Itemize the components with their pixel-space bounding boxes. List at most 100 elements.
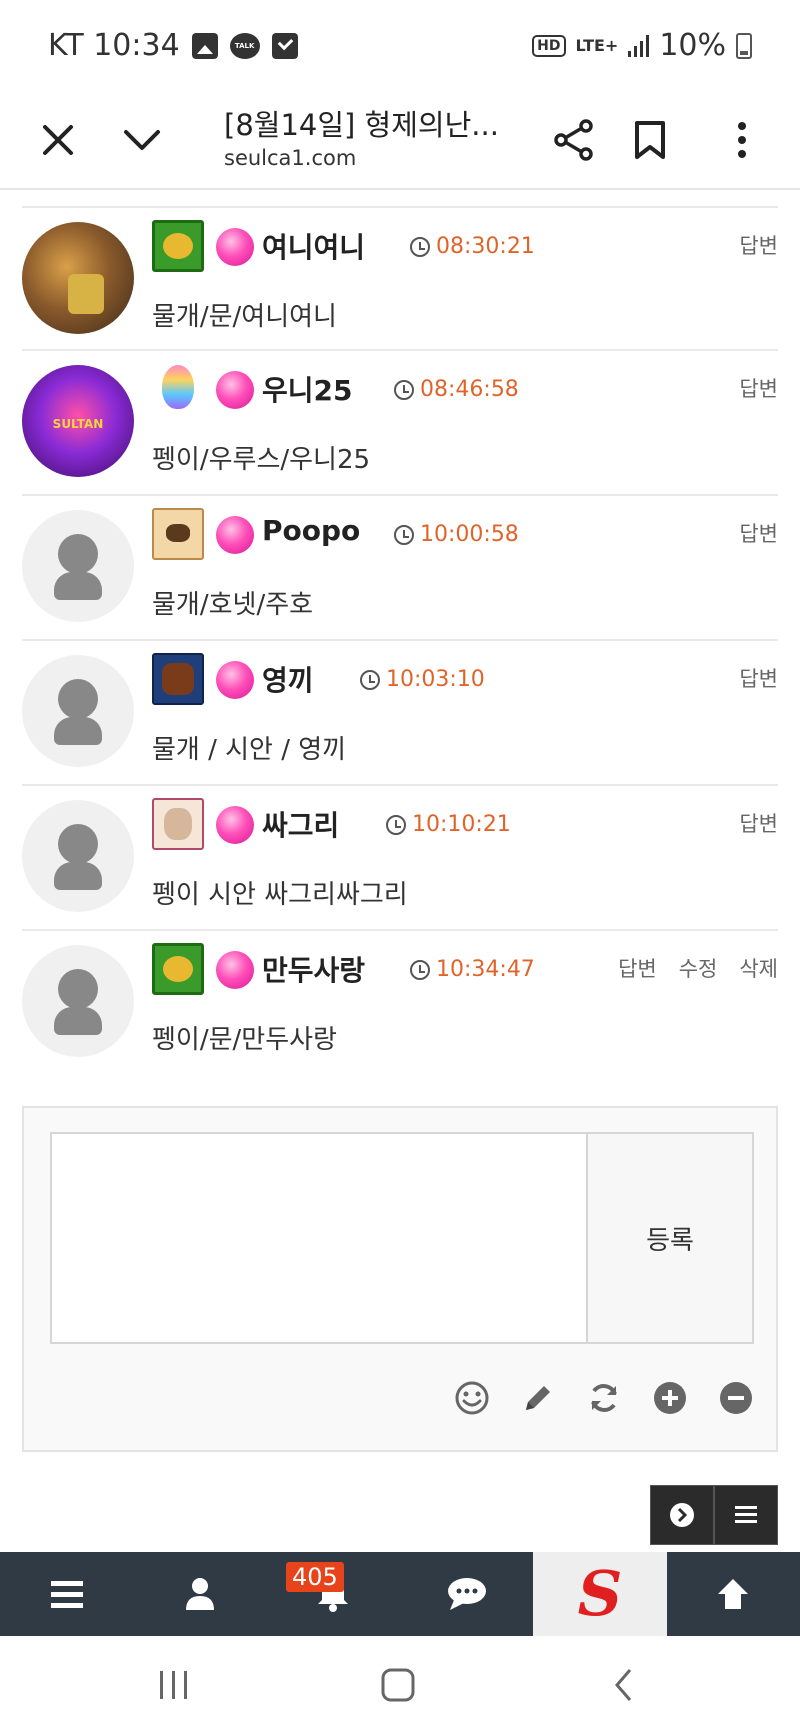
- avatar[interactable]: [22, 800, 134, 912]
- clock-icon: [394, 379, 414, 400]
- reply-button[interactable]: 답변: [739, 230, 778, 260]
- battery-icon: [736, 32, 752, 59]
- refresh-button[interactable]: [586, 1380, 622, 1416]
- plus-circle-icon: [654, 1382, 686, 1414]
- status-left: KT 10:34: [48, 28, 298, 63]
- bookmark-button[interactable]: [622, 112, 678, 168]
- page-title: [8월14일] 형제의난...: [224, 108, 499, 142]
- user-icon: [185, 1578, 214, 1610]
- comment-item: 영끼 10:03:10 답변 물개 / 시안 / 영끼: [22, 641, 778, 786]
- chevron-right-circle-icon: [670, 1503, 694, 1527]
- gem-icon: [216, 228, 254, 266]
- reply-button[interactable]: 답변: [739, 808, 778, 838]
- reply-button[interactable]: 답변: [739, 518, 778, 548]
- home-button[interactable]: [368, 1660, 428, 1710]
- chat-button[interactable]: [400, 1552, 533, 1636]
- gem-icon: [216, 661, 254, 699]
- arrow-up-icon: [718, 1579, 749, 1609]
- hd-icon: HD: [532, 34, 566, 57]
- close-icon: [43, 125, 73, 155]
- comment-time-text: 10:10:21: [412, 812, 511, 837]
- hamburger-icon: [50, 1581, 83, 1608]
- close-button[interactable]: [30, 112, 86, 168]
- list-button[interactable]: [714, 1485, 778, 1545]
- comment-time-text: 10:03:10: [386, 667, 485, 692]
- comment-time: 10:10:21: [386, 812, 511, 837]
- share-button[interactable]: [546, 112, 602, 168]
- clock-icon: [410, 236, 430, 257]
- comment-time: 10:03:10: [360, 667, 485, 692]
- comment-author[interactable]: Poopo: [262, 514, 360, 547]
- scroll-top-button[interactable]: [667, 1552, 800, 1636]
- bookmark-icon: [635, 121, 665, 159]
- page-url: seulca1.com: [224, 146, 357, 170]
- share-icon: [554, 119, 593, 161]
- reply-textarea[interactable]: [50, 1132, 588, 1344]
- collapse-button[interactable]: [114, 112, 170, 168]
- avatar[interactable]: [22, 365, 134, 477]
- site-logo: S: [577, 1557, 623, 1630]
- comment-actions: 답변 수정 삭제: [618, 953, 778, 983]
- recents-button[interactable]: [144, 1660, 204, 1710]
- smile-icon: [455, 1381, 489, 1415]
- carrier-time: KT 10:34: [48, 28, 180, 63]
- comment-text: 물개/호넷/주호: [152, 590, 314, 620]
- emoticon-button[interactable]: [454, 1380, 490, 1416]
- back-icon: [615, 1669, 632, 1701]
- chat-icon: [447, 1578, 486, 1610]
- pencil-button[interactable]: [520, 1380, 556, 1416]
- expand-button[interactable]: [652, 1380, 688, 1416]
- avatar[interactable]: [22, 655, 134, 767]
- comment-time: 08:46:58: [394, 377, 519, 402]
- refresh-icon: [591, 1384, 617, 1412]
- next-button[interactable]: [650, 1485, 714, 1545]
- comment-time-text: 10:34:47: [436, 957, 535, 982]
- reply-button[interactable]: 답변: [618, 953, 657, 983]
- site-logo-button[interactable]: S: [533, 1552, 667, 1636]
- level-icon: [152, 798, 204, 850]
- comment-item: 만두사랑 10:34:47 답변 수정 삭제 펭이/문/만두사랑: [22, 931, 778, 1076]
- back-button[interactable]: [594, 1660, 654, 1710]
- level-icon: [152, 220, 204, 272]
- notification-badge: 405: [286, 1562, 344, 1592]
- menu-button[interactable]: [0, 1552, 133, 1636]
- comment-actions: 답변: [739, 373, 778, 403]
- reply-button[interactable]: 답변: [739, 373, 778, 403]
- comment-author[interactable]: 우니25: [262, 369, 353, 409]
- level-icon: [152, 508, 204, 560]
- comment-time: 08:30:21: [410, 234, 535, 259]
- profile-button[interactable]: [133, 1552, 266, 1636]
- comment-author[interactable]: 만두사랑: [262, 949, 365, 989]
- comment-author[interactable]: 싸그리: [262, 804, 339, 844]
- edit-button[interactable]: 수정: [679, 953, 718, 983]
- shrink-button[interactable]: [718, 1380, 754, 1416]
- reply-form: 등록: [22, 1106, 778, 1452]
- delete-button[interactable]: 삭제: [739, 953, 778, 983]
- kakaotalk-icon: [229, 32, 260, 59]
- comment-item: 우니25 08:46:58 답변 펭이/우루스/우니25: [22, 351, 778, 496]
- gem-icon: [216, 951, 254, 989]
- status-right: HD LTE+ 10%: [532, 28, 752, 63]
- browser-toolbar: [8월14일] 형제의난... seulca1.com: [0, 90, 800, 190]
- avatar[interactable]: [22, 510, 134, 622]
- comment-text: 펭이 시안 싸그리싸그리: [152, 880, 408, 910]
- minus-circle-icon: [720, 1382, 752, 1414]
- level-icon: [152, 363, 204, 415]
- comment-author[interactable]: 여니여니: [262, 226, 365, 266]
- site-bottom-bar: S 405: [0, 1552, 800, 1636]
- pencil-icon: [526, 1386, 550, 1410]
- reply-button[interactable]: 답변: [739, 663, 778, 693]
- more-button[interactable]: [714, 112, 770, 168]
- gem-icon: [216, 371, 254, 409]
- comment-time-text: 08:46:58: [420, 377, 519, 402]
- gem-icon: [216, 516, 254, 554]
- comment-author[interactable]: 영끼: [262, 659, 314, 699]
- avatar[interactable]: [22, 222, 134, 334]
- home-icon: [381, 1668, 415, 1702]
- submit-button[interactable]: 등록: [586, 1132, 754, 1344]
- comment-actions: 답변: [739, 663, 778, 693]
- comment-text: 물개 / 시안 / 영끼: [152, 735, 347, 765]
- comment-actions: 답변: [739, 230, 778, 260]
- avatar[interactable]: [22, 945, 134, 1057]
- check-icon: [271, 32, 298, 59]
